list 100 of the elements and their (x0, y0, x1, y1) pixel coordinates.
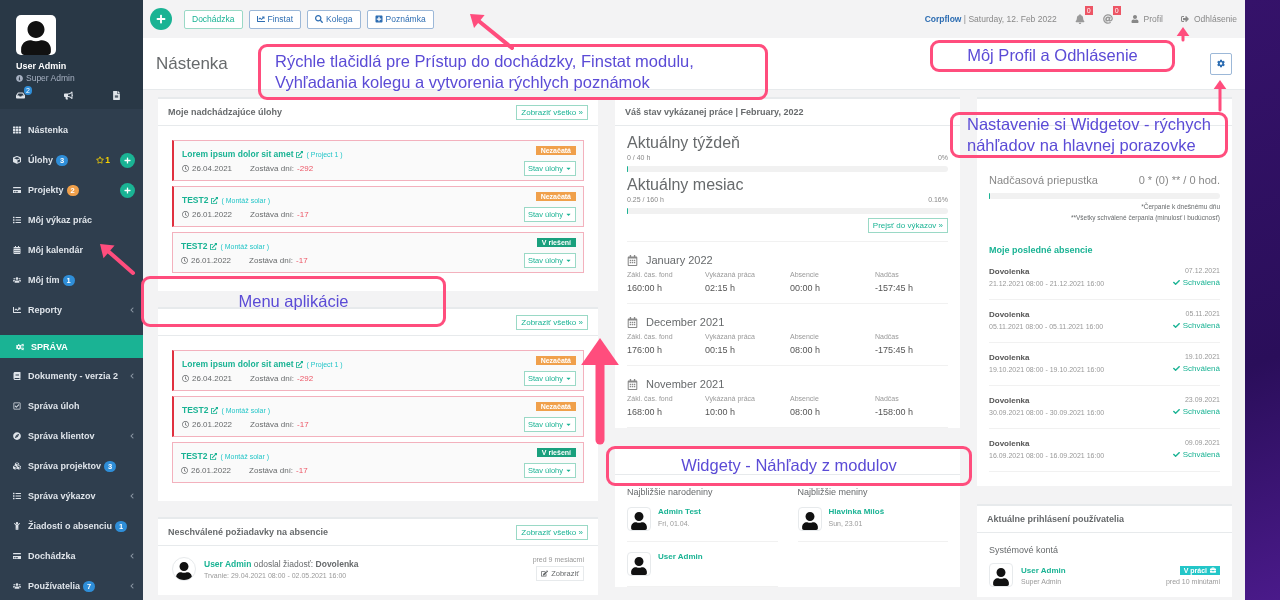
show-all-link[interactable]: Zobraziť všetko » (516, 104, 588, 120)
caret-icon (565, 211, 572, 218)
bell-icon[interactable] (1074, 14, 1085, 24)
menu-item[interactable]: Dochádzka (0, 541, 143, 571)
annotation-callout: Menu aplikácie (141, 276, 446, 327)
arrow-drawing (1176, 27, 1190, 42)
menu-item[interactable]: Môj kalendár (0, 235, 143, 265)
search-icon (315, 15, 324, 23)
page-title: Nástenka (156, 53, 228, 74)
external-link-icon[interactable] (210, 242, 218, 250)
month-title: December 2021 (646, 316, 725, 328)
menu-item[interactable]: Dokumenty - verzia 2 (0, 361, 143, 391)
task-link[interactable]: TEST2 (181, 451, 208, 461)
table-cell-text: 08:00 h (790, 407, 822, 417)
users-icon (13, 582, 21, 590)
person-name[interactable]: User Admin (658, 552, 703, 561)
table-cell-text: 160:00 h (627, 283, 664, 293)
add-button[interactable] (120, 182, 135, 198)
grid-icon (13, 126, 21, 134)
show-all-link[interactable]: Zobraziť všetko » (516, 314, 588, 330)
plus-icon (124, 156, 131, 164)
menu-section[interactable]: SPRÁVA (0, 335, 143, 358)
at-icon[interactable] (1102, 14, 1113, 24)
calendar-icon (627, 316, 638, 328)
plus-icon (124, 186, 131, 194)
external-link-icon[interactable] (296, 150, 304, 158)
section-title: Najbližšie meniny (797, 487, 869, 497)
check-icon (1172, 365, 1180, 372)
widget-title: Neschválené požiadavky na absencie (168, 527, 329, 537)
task-date: 26.01.2022 (191, 256, 232, 265)
task-remaining: Zostáva dní: -292 (250, 374, 314, 383)
calendar-icon (627, 378, 638, 390)
settings-button[interactable] (1210, 52, 1232, 75)
megaphone-icon[interactable] (64, 91, 73, 100)
approved-status: Schválená (1182, 321, 1220, 330)
task-date: 26.04.2021 (192, 374, 233, 383)
card-icon (13, 186, 21, 194)
person-icon (13, 522, 21, 530)
reports-link[interactable]: Prejsť do výkazov » (867, 218, 948, 233)
quick-button[interactable]: Dochádzka (184, 9, 243, 29)
check-icon (1172, 322, 1180, 329)
menu-item[interactable]: Správa výkazov (0, 481, 143, 511)
section-title: Moje posledné absencie (989, 245, 1094, 255)
task-link[interactable]: TEST2 (182, 405, 209, 415)
star-count: 1 (105, 155, 110, 165)
compass-icon (13, 432, 21, 440)
quick-button[interactable]: Kolega (307, 9, 361, 29)
external-link-icon[interactable] (211, 406, 219, 414)
inbox-icon[interactable] (16, 91, 25, 100)
menu-item[interactable]: Môj výkaz prác (0, 205, 143, 235)
annotation-callout: Rýchle tlačidlá pre Prístup do dochádzky, Finstat modulu, Vyhľadania kolegu a vytvorenia rýchlych poznámok (258, 44, 768, 100)
task-link[interactable]: TEST2 (182, 195, 209, 205)
task-date: 26.01.2022 (192, 420, 233, 429)
task-link[interactable]: Lorem ipsum dolor sit amet (182, 359, 294, 369)
quota-value: 0 * (0) ** / 0 hod. (1138, 174, 1220, 186)
clock-icon (181, 257, 188, 264)
menu-item[interactable]: Správa úloh (0, 391, 143, 421)
approved-status: Schválená (1182, 364, 1220, 373)
menu-item[interactable]: Nástenka (0, 115, 143, 145)
quick-button[interactable]: Poznámka (366, 9, 434, 29)
clock-icon (182, 165, 189, 172)
card-icon (13, 552, 21, 560)
absence-type: Dovolenka (989, 267, 1031, 276)
profile-link[interactable]: Profil (1130, 14, 1163, 24)
person-name[interactable]: User Admin (1021, 565, 1158, 575)
external-link-icon[interactable] (210, 452, 218, 460)
task-link[interactable]: TEST2 (181, 241, 208, 251)
request-text: User Admin odoslal žiadosť: Dovolenka (204, 558, 360, 569)
arrow-drawing (470, 14, 514, 50)
list-icon (13, 492, 21, 500)
avatar-silhouette (797, 507, 822, 531)
table-cell-text: 00:15 h (705, 345, 737, 355)
show-all-link[interactable]: Zobraziť všetko » (516, 524, 588, 540)
cubes-icon (13, 462, 21, 470)
clock-icon (181, 467, 188, 474)
logout-link[interactable]: Odhlásenie (1181, 14, 1237, 24)
annotation-callout: Nastavenie si Widgetov - rýchych náhľadov na hlavnej porazovke (950, 112, 1228, 158)
user-name: User Admin (16, 61, 68, 71)
add-button[interactable] (120, 152, 135, 168)
list-icon (13, 216, 21, 224)
users-icon (13, 276, 21, 284)
person-name[interactable]: Admin Test (658, 507, 701, 516)
task-remaining: Zostáva dní: -17 (250, 210, 309, 219)
external-link-icon[interactable] (296, 360, 304, 368)
table-cell-text: 10:00 h (705, 407, 737, 417)
progress-label: Aktuálny týždeň (627, 134, 741, 152)
document-icon[interactable] (112, 91, 121, 100)
settings-icon (1217, 59, 1225, 68)
menu-item[interactable]: Správa klientov (0, 421, 143, 451)
quick-button[interactable]: Finstat (248, 9, 302, 29)
avatar-silhouette (16, 15, 56, 55)
person-name[interactable]: Hlavinka Miloš (828, 507, 885, 516)
menu-item[interactable]: Reporty (0, 295, 143, 325)
chart-icon (13, 306, 21, 314)
table-cell-text: 168:00 h (627, 407, 664, 417)
arrow-drawing (1213, 80, 1227, 112)
check-icon (1172, 451, 1180, 458)
external-link-icon[interactable] (211, 196, 219, 204)
avatar-silhouette (627, 507, 651, 531)
task-link[interactable]: Lorem ipsum dolor sit amet (182, 149, 294, 159)
